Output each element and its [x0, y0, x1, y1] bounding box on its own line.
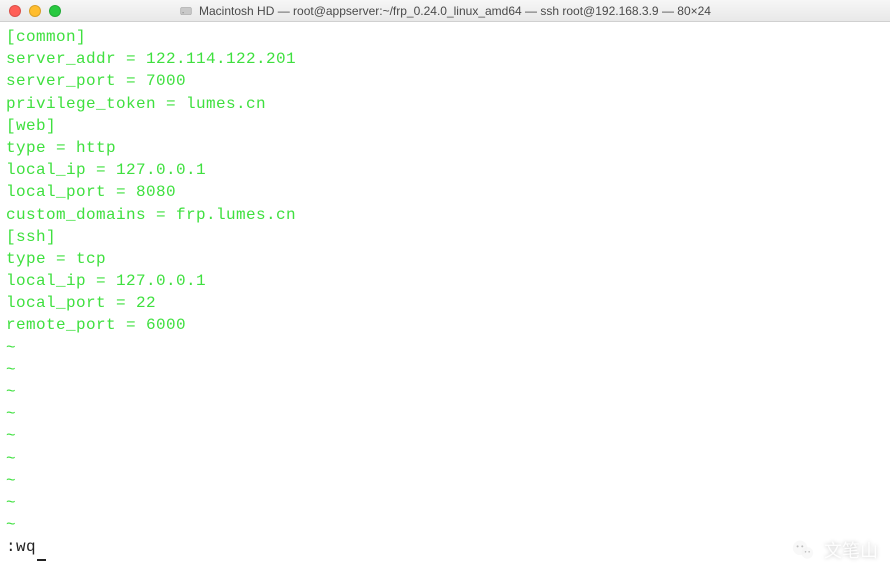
empty-line-tilde: ~ [6, 403, 884, 425]
file-line: type = tcp [6, 248, 884, 270]
empty-line-tilde: ~ [6, 514, 884, 536]
file-line: [web] [6, 115, 884, 137]
file-line: server_port = 7000 [6, 70, 884, 92]
empty-line-tilde: ~ [6, 359, 884, 381]
empty-line-tilde: ~ [6, 425, 884, 447]
file-line: local_ip = 127.0.0.1 [6, 270, 884, 292]
wechat-icon [790, 537, 816, 563]
file-line: server_addr = 122.114.122.201 [6, 48, 884, 70]
file-line: remote_port = 6000 [6, 314, 884, 336]
cursor [37, 559, 46, 561]
file-line: custom_domains = frp.lumes.cn [6, 204, 884, 226]
window-controls [0, 5, 61, 17]
close-window-button[interactable] [9, 5, 21, 17]
terminal-content[interactable]: [common]server_addr = 122.114.122.201ser… [0, 22, 890, 559]
vim-command-text: :wq [6, 538, 36, 556]
window-title: Macintosh HD — root@appserver:~/frp_0.24… [199, 4, 711, 18]
empty-line-tilde: ~ [6, 448, 884, 470]
watermark-text: 文笔山 [824, 537, 878, 563]
hdd-icon [179, 4, 193, 18]
titlebar: Macintosh HD — root@appserver:~/frp_0.24… [0, 0, 890, 22]
empty-line-tilde: ~ [6, 381, 884, 403]
vim-command-line[interactable]: :wq [6, 536, 884, 558]
empty-line-tilde: ~ [6, 337, 884, 359]
file-line: type = http [6, 137, 884, 159]
empty-line-tilde: ~ [6, 492, 884, 514]
file-line: local_port = 22 [6, 292, 884, 314]
file-line: [ssh] [6, 226, 884, 248]
file-line: local_ip = 127.0.0.1 [6, 159, 884, 181]
zoom-window-button[interactable] [49, 5, 61, 17]
file-line: local_port = 8080 [6, 181, 884, 203]
empty-line-tilde: ~ [6, 470, 884, 492]
file-line: privilege_token = lumes.cn [6, 93, 884, 115]
window-title-container: Macintosh HD — root@appserver:~/frp_0.24… [0, 4, 890, 18]
watermark: 文笔山 [790, 537, 878, 563]
minimize-window-button[interactable] [29, 5, 41, 17]
file-line: [common] [6, 26, 884, 48]
